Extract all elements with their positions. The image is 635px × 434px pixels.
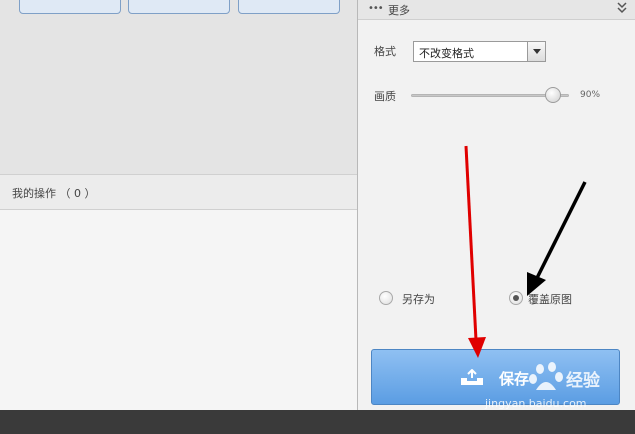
format-selected-value: 不改变格式 [419,47,474,60]
save-button[interactable]: 保存 [371,349,620,405]
overwrite-radio[interactable] [509,291,523,305]
format-select[interactable]: 不改变格式 [413,41,546,62]
thumbnail-button-1[interactable] [19,0,121,14]
quality-slider-handle[interactable] [545,87,562,103]
save-as-radio[interactable] [379,291,393,305]
quality-label: 画质 [374,90,396,103]
more-options-panel: ••• 更多 格式 不改变格式 画质 90% 另存为 覆盖原图 保存 [358,0,635,410]
dots-icon: ••• [368,3,384,14]
more-header[interactable]: ••• 更多 [358,0,635,20]
format-label: 格式 [374,45,396,58]
app-window: 我的操作 （ 0 ） ••• 更多 格式 不改变格式 画质 90% 另存为 覆盖… [0,0,635,434]
double-chevron-down-icon[interactable] [615,0,629,16]
quality-value: 90% [580,90,601,100]
overwrite-label[interactable]: 覆盖原图 [528,291,572,307]
thumbnail-button-2[interactable] [128,0,230,14]
save-tray-icon [461,369,483,385]
save-label: 保存 [499,370,530,388]
more-title: 更多 [388,4,410,17]
image-preview-area [0,0,357,174]
operations-list [0,210,357,410]
my-operations-label: 我的操作 （ 0 ） [12,187,96,200]
thumbnail-button-3[interactable] [238,0,340,14]
save-as-label[interactable]: 另存为 [402,291,435,307]
bottom-bar [0,410,635,434]
dropdown-arrow-icon[interactable] [527,42,545,61]
my-operations-bar[interactable]: 我的操作 （ 0 ） [0,174,357,210]
